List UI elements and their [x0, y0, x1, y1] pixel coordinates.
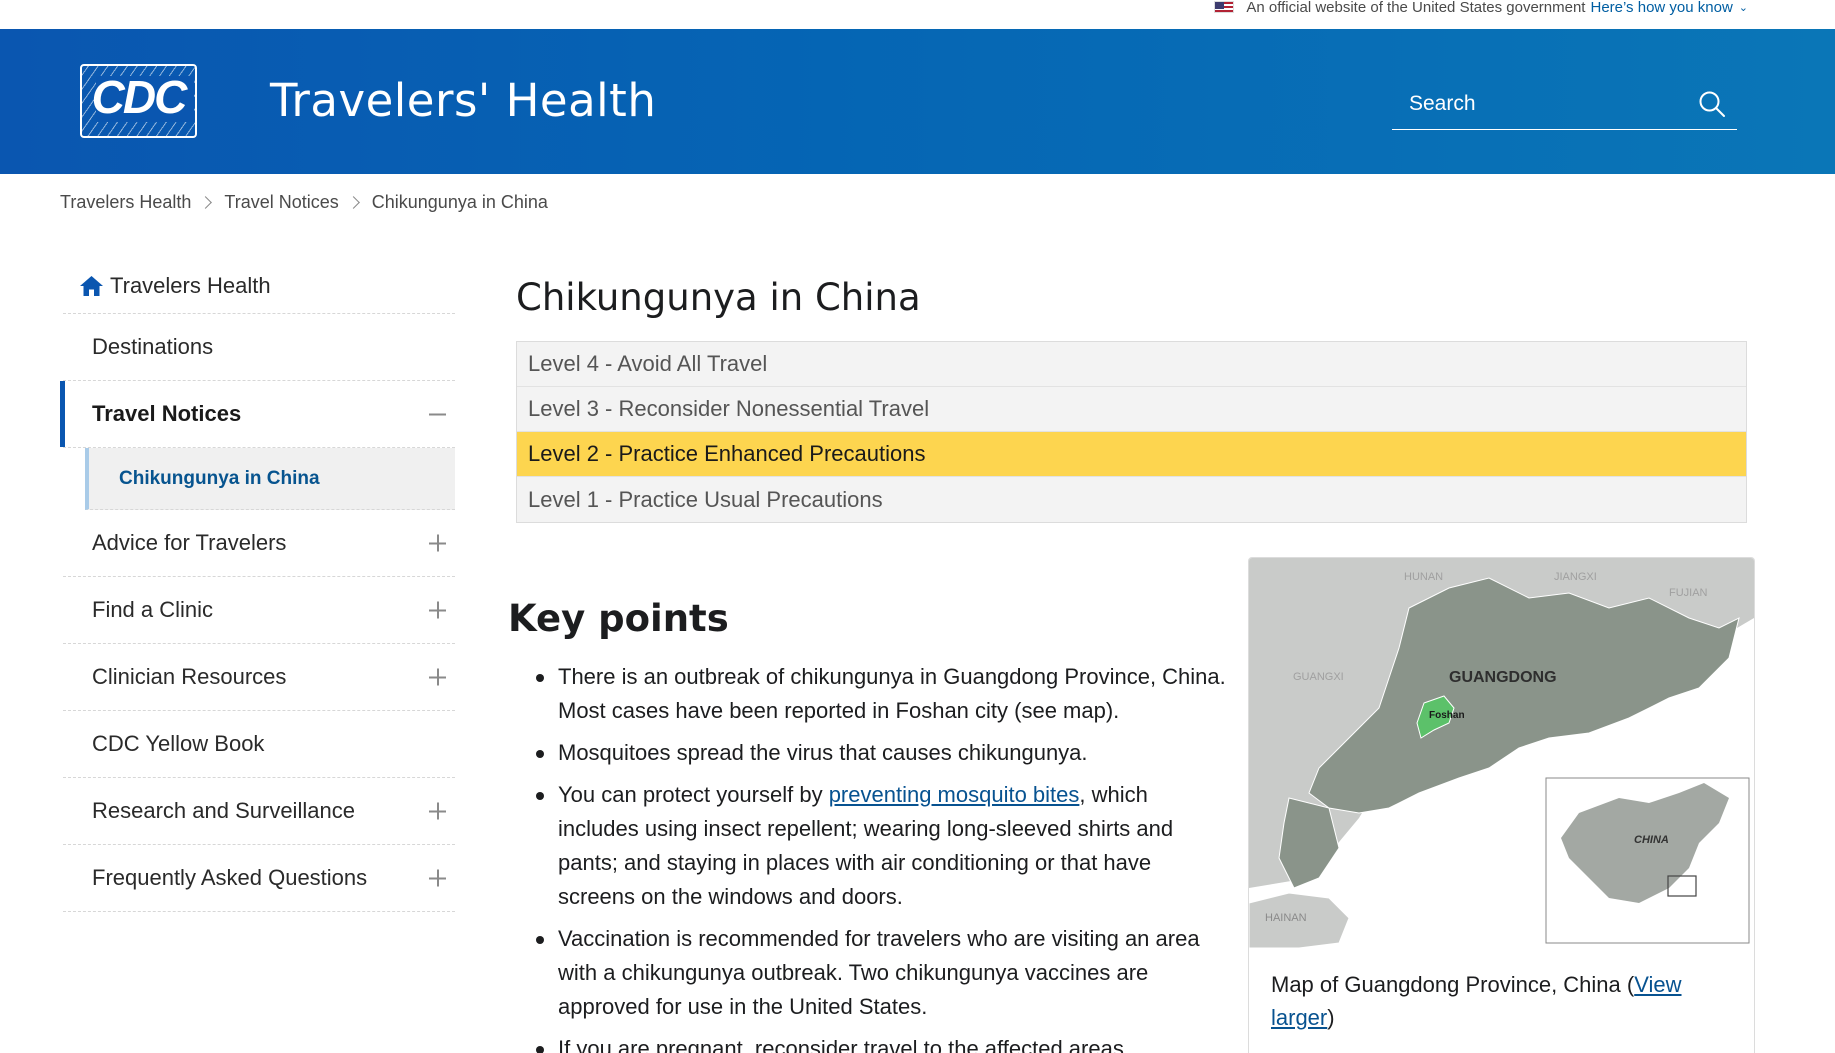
travel-notice-levels: Level 4 - Avoid All Travel Level 3 - Rec…: [516, 341, 1747, 523]
site-header: CDC Travelers' Health: [0, 29, 1835, 174]
sidebar-item-label: Travel Notices: [92, 401, 242, 426]
gov-banner: An official website of the United States…: [0, 0, 1835, 29]
how-you-know-link[interactable]: Here’s how you know: [1590, 0, 1732, 16]
expand-plus-icon[interactable]: [429, 534, 446, 552]
sidebar-item-label: Find a Clinic: [92, 597, 214, 622]
guangdong-map[interactable]: HUNAN JIANGXI FUJIAN GUANGXI GUANGDONG F…: [1249, 558, 1754, 948]
sidebar-item-label: Advice for Travelers: [92, 530, 287, 555]
expand-plus-icon[interactable]: [429, 668, 446, 686]
gov-banner-text: An official website of the United States…: [1246, 0, 1586, 16]
map-label-jiangxi: JIANGXI: [1554, 571, 1597, 583]
sidebar-item-research[interactable]: Research and Surveillance: [63, 778, 455, 845]
sidebar-item-clinician-resources[interactable]: Clinician Resources: [63, 644, 455, 711]
level-2-current: Level 2 - Practice Enhanced Precautions: [517, 432, 1746, 477]
cdc-logo[interactable]: CDC: [80, 64, 197, 138]
chevron-right-icon: [346, 196, 360, 209]
search-icon[interactable]: [1697, 89, 1727, 119]
level-4: Level 4 - Avoid All Travel: [517, 342, 1746, 387]
sidebar-item-faq[interactable]: Frequently Asked Questions: [63, 845, 455, 912]
sidebar-item-home[interactable]: Travelers Health: [63, 258, 455, 314]
breadcrumb: Travelers Health Travel Notices Chikungu…: [60, 192, 548, 213]
breadcrumb-item-travel-notices[interactable]: Travel Notices: [224, 192, 338, 213]
key-point: There is an outbreak of chikungunya in G…: [536, 660, 1226, 728]
sidebar-item-label: CDC Yellow Book: [92, 731, 265, 756]
expand-plus-icon[interactable]: [429, 802, 446, 820]
sidebar-item-advice[interactable]: Advice for Travelers: [63, 510, 455, 577]
chevron-right-icon: [199, 196, 213, 209]
sidebar-item-find-clinic[interactable]: Find a Clinic: [63, 577, 455, 644]
key-point: You can protect yourself by preventing m…: [536, 778, 1226, 914]
search-input[interactable]: [1409, 89, 1679, 119]
sidebar-item-label: Research and Surveillance: [92, 798, 355, 823]
map-label-guangxi: GUANGXI: [1293, 671, 1344, 683]
sidebar-item-travel-notices[interactable]: Travel Notices: [60, 381, 455, 448]
us-flag-icon: [1214, 1, 1235, 13]
key-points-heading: Key points: [508, 597, 729, 640]
map-label-hunan: HUNAN: [1404, 571, 1443, 583]
page-title: Chikungunya in China: [516, 276, 921, 319]
breadcrumb-item-current: Chikungunya in China: [371, 192, 548, 212]
search-box: [1392, 77, 1737, 130]
site-title[interactable]: Travelers' Health: [270, 74, 656, 127]
key-points-list: There is an outbreak of chikungunya in G…: [536, 660, 1226, 1053]
map-caption: Map of Guangdong Province, China (View l…: [1271, 972, 1682, 1030]
sidebar-item-label: Travelers Health: [110, 272, 271, 298]
sidebar-item-label: Clinician Resources: [92, 664, 287, 689]
sidebar-nav: Travelers Health Destinations Travel Not…: [60, 258, 455, 912]
chevron-down-icon[interactable]: ⌄: [1739, 1, 1748, 14]
sidebar-item-label: Destinations: [92, 334, 214, 359]
key-point: Vaccination is recommended for travelers…: [536, 922, 1226, 1024]
sidebar-item-destinations[interactable]: Destinations: [63, 314, 455, 381]
collapse-minus-icon[interactable]: [429, 406, 446, 423]
level-1: Level 1 - Practice Usual Precautions: [517, 477, 1746, 522]
expand-plus-icon[interactable]: [429, 869, 446, 887]
map-label-hainan: HAINAN: [1265, 912, 1307, 924]
cdc-logo-text: CDC: [91, 71, 188, 123]
key-point: Mosquitoes spread the virus that causes …: [536, 736, 1226, 770]
home-icon: [80, 275, 103, 296]
sidebar-item-label: Frequently Asked Questions: [92, 865, 368, 890]
sidebar-item-yellow-book[interactable]: CDC Yellow Book: [63, 711, 455, 778]
preventing-mosquito-bites-link[interactable]: preventing mosquito bites: [829, 782, 1080, 807]
map-label-foshan: Foshan: [1429, 710, 1465, 721]
map-label-guangdong: GUANGDONG: [1449, 669, 1557, 686]
map-label-china: CHINA: [1634, 834, 1669, 846]
expand-plus-icon[interactable]: [429, 601, 446, 619]
breadcrumb-item-travelers-health[interactable]: Travelers Health: [60, 192, 191, 213]
map-card: HUNAN JIANGXI FUJIAN GUANGXI GUANGDONG F…: [1248, 557, 1755, 1053]
sidebar-subitem-chikungunya[interactable]: Chikungunya in China: [85, 448, 455, 510]
map-label-fujian: FUJIAN: [1669, 587, 1708, 599]
key-point: If you are pregnant, reconsider travel t…: [536, 1032, 1226, 1053]
level-3: Level 3 - Reconsider Nonessential Travel: [517, 387, 1746, 432]
